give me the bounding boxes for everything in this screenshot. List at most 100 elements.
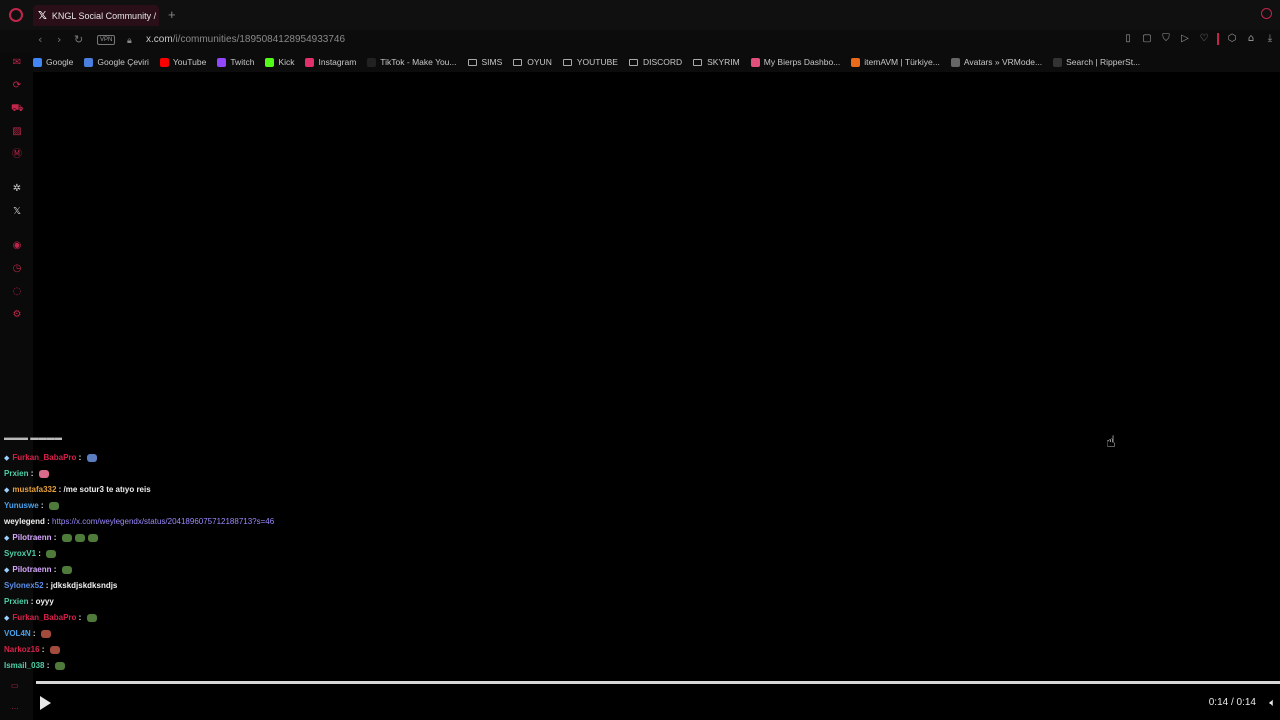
chat-separator: : — [44, 661, 52, 670]
bookmark-tiktok-make-you[interactable]: TikTok - Make You... — [367, 57, 457, 67]
bookmark-sims[interactable]: SIMS — [467, 57, 502, 67]
chat-separator: : — [28, 597, 36, 606]
chat-message: Prxien : — [4, 469, 49, 478]
emote-icon — [49, 645, 60, 654]
bookmark-label: Search | RipperSt... — [1066, 57, 1141, 67]
folder-icon — [562, 58, 572, 66]
more-icon[interactable]: … — [11, 702, 19, 711]
chat-username[interactable]: Furkan_BabaPro — [12, 453, 76, 462]
player-icon[interactable]: ◉ — [11, 240, 23, 252]
download-icon[interactable]: ⤓ — [1264, 33, 1276, 45]
bookmark-search-ripperst[interactable]: Search | RipperSt... — [1053, 57, 1140, 67]
bookmark-label: itemAVM | Türkiye... — [864, 57, 940, 67]
sidebar-bottom-icon[interactable]: ▭ — [11, 681, 19, 690]
history-icon[interactable]: ◷ — [11, 263, 23, 275]
opera-logo-icon[interactable] — [9, 8, 23, 22]
bookmark-oyun[interactable]: OYUN — [513, 57, 552, 67]
x-sidebar-icon[interactable]: 𝕏 — [11, 206, 23, 218]
vrmodels-icon — [950, 57, 960, 67]
chat-username[interactable]: SyroxV1 — [4, 549, 36, 558]
badge-icon: ◆ — [4, 613, 10, 622]
play-icon[interactable] — [40, 696, 51, 710]
chat-username[interactable]: Sylonex52 — [4, 581, 44, 590]
refresh-icon[interactable]: ⟳ — [11, 80, 23, 92]
volume-icon[interactable]: 🔈︎ — [1269, 696, 1276, 710]
chat-separator: : — [28, 469, 36, 478]
chat-cut-line: ▬▬▬ ▬▬▬▬ — [4, 436, 63, 442]
chat-link[interactable]: https://x.com/weylegendx/status/20418960… — [52, 517, 274, 526]
bookmark-itemavm-t-rkiye[interactable]: itemAVM | Türkiye... — [851, 57, 940, 67]
shield-icon[interactable]: ⛉ — [1160, 33, 1172, 45]
heart-icon[interactable]: ♡ — [1198, 33, 1210, 45]
tab-active[interactable]: 𝕏 KNGL Social Community / — [33, 5, 159, 26]
bookmark-label: Avatars » VRMode... — [963, 57, 1043, 67]
mouse-cursor-icon: ☝ — [1106, 432, 1116, 451]
chat-username[interactable]: VOL4N — [4, 629, 31, 638]
bookmarks-bar: Google Google Çeviri YouTube Twitch Kick Inst… — [33, 52, 1280, 72]
vpn-badge[interactable]: VPN — [97, 35, 116, 45]
new-tab-button[interactable]: + — [168, 7, 176, 22]
bookmark-instagram[interactable]: Instagram — [305, 57, 356, 67]
video-progress-bar[interactable] — [36, 681, 1280, 684]
chat-separator: : — [51, 565, 59, 574]
bookmark-label: SKYRIM — [707, 57, 740, 67]
emote-icon — [38, 469, 49, 478]
chat-username[interactable]: Furkan_BabaPro — [12, 613, 76, 622]
chat-message: Prxien : oyyy — [4, 597, 54, 606]
bag-icon[interactable]: ⛟ — [11, 103, 24, 115]
chat-username[interactable]: Yunuswe — [4, 501, 39, 510]
lock-icon[interactable]: 🔒︎ — [127, 35, 132, 46]
tab-search-icon[interactable] — [1261, 8, 1272, 19]
chat-username[interactable]: Pilotraenn — [12, 533, 51, 542]
ai-icon[interactable]: ✲ — [11, 183, 23, 195]
inbox-icon[interactable]: ✉ — [11, 57, 23, 69]
x-logo-icon: 𝕏 — [38, 9, 47, 22]
reload-icon[interactable]: ↻ — [74, 33, 83, 46]
tiktok-icon — [367, 57, 377, 67]
send-icon[interactable]: ▷ — [1179, 33, 1191, 45]
chat-message: ◆ Furkan_BabaPro : — [4, 613, 97, 622]
wallet-icon[interactable]: ⌂ — [1245, 33, 1257, 45]
bookmark-skyrim[interactable]: SKYRIM — [693, 57, 740, 67]
bookmark-icon[interactable]: ▯ — [1122, 33, 1134, 45]
note-icon[interactable]: ▨ — [11, 126, 23, 138]
bookmark-discord[interactable]: DISCORD — [628, 57, 682, 67]
back-icon[interactable]: ‹ — [38, 33, 42, 46]
chat-username[interactable]: mustafa332 — [12, 485, 56, 494]
chat-username[interactable]: Ismail_038 — [4, 661, 44, 670]
emote-icon — [74, 533, 85, 542]
chat-icon[interactable]: ◌ — [11, 286, 23, 298]
kick-icon — [265, 57, 275, 67]
chat-username[interactable]: Narkoz16 — [4, 645, 40, 654]
chat-username[interactable]: weylegend — [4, 517, 45, 526]
tab-strip: 𝕏 KNGL Social Community / + — [0, 0, 1280, 30]
chat-message: Yunuswe : — [4, 501, 59, 510]
bookmark-youtube[interactable]: YouTube — [159, 57, 206, 67]
bookmark-avatars-vrmode[interactable]: Avatars » VRMode... — [950, 57, 1043, 67]
bookmark-label: Google Çeviri — [97, 57, 149, 67]
chat-username[interactable]: Prxien — [4, 469, 28, 478]
m-icon[interactable]: Ⓜ — [11, 149, 23, 161]
folder-icon — [693, 58, 703, 66]
emote-icon — [61, 565, 72, 574]
chat-message: VOL4N : — [4, 629, 51, 638]
chat-separator: : — [76, 613, 84, 622]
extensions-icon[interactable]: ⬡ — [1226, 33, 1238, 45]
bookmark-twitch[interactable]: Twitch — [217, 57, 254, 67]
bookmark-youtube[interactable]: YOUTUBE — [562, 57, 618, 67]
bookmark-my-bierps-dashbo[interactable]: My Bierps Dashbo... — [750, 57, 840, 67]
settings-icon[interactable]: ⚙ — [11, 309, 23, 321]
chat-username[interactable]: Prxien — [4, 597, 28, 606]
url-field[interactable]: x.com/i/communities/1895084128954933746 — [146, 34, 345, 45]
forward-icon[interactable]: › — [57, 33, 61, 46]
bookmark-google-eviri[interactable]: Google Çeviri — [84, 57, 149, 67]
snapshot-icon[interactable]: ▢ — [1141, 33, 1153, 45]
chat-message: ◆ Pilotraenn : — [4, 533, 98, 542]
chat-separator: : — [36, 549, 44, 558]
bookmark-kick[interactable]: Kick — [265, 57, 294, 67]
bookmark-label: TikTok - Make You... — [380, 57, 457, 67]
youtube-icon — [159, 57, 169, 67]
bookmark-google[interactable]: Google — [33, 57, 73, 67]
url-path: /i/communities/1895084128954933746 — [172, 34, 346, 45]
chat-username[interactable]: Pilotraenn — [12, 565, 51, 574]
